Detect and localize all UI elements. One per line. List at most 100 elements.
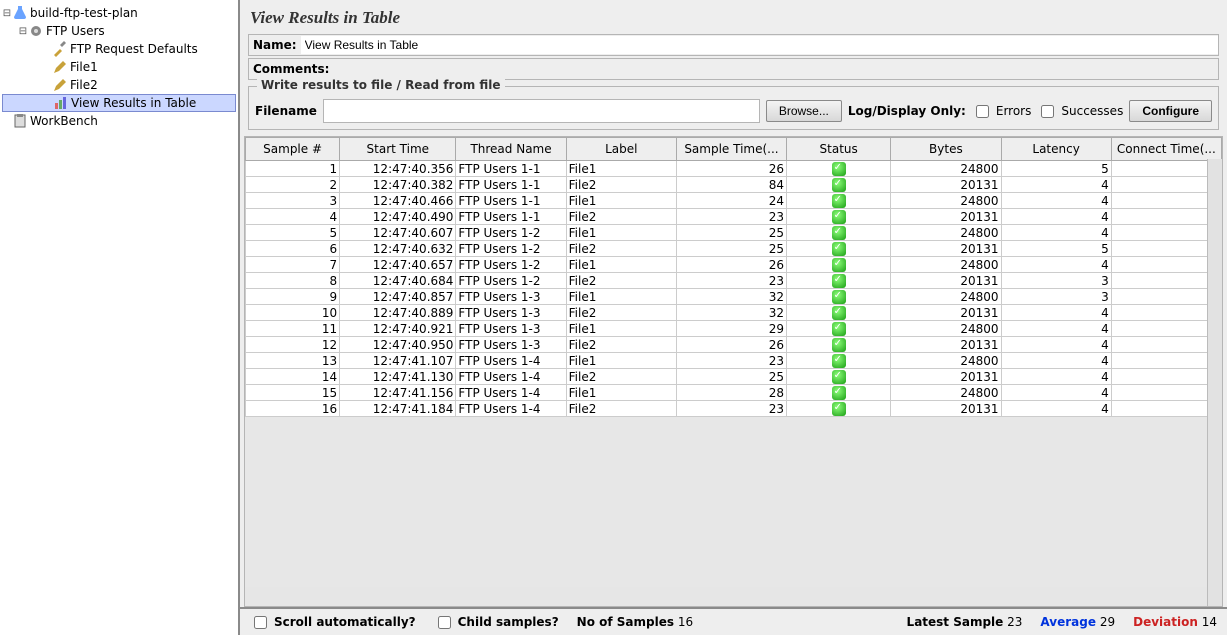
tree-item-label: View Results in Table bbox=[71, 96, 196, 110]
tree-item-ftp-request-defaults[interactable]: FTP Request Defaults bbox=[2, 40, 236, 58]
deviation: Deviation 14 bbox=[1133, 615, 1217, 629]
table-cell: FTP Users 1-2 bbox=[456, 241, 566, 257]
table-cell: 16 bbox=[246, 401, 340, 417]
table-cell: 20131 bbox=[891, 305, 1001, 321]
status-ok-icon bbox=[832, 354, 846, 368]
tree-item-label: FTP Request Defaults bbox=[70, 42, 198, 56]
table-row[interactable]: 1412:47:41.130FTP Users 1-4File225201314… bbox=[246, 369, 1222, 385]
table-row[interactable]: 912:47:40.857FTP Users 1-3File1322480030 bbox=[246, 289, 1222, 305]
table-cell: 24800 bbox=[891, 225, 1001, 241]
configure-button[interactable]: Configure bbox=[1129, 100, 1212, 122]
tree-toggle-icon[interactable]: ⊟ bbox=[18, 26, 28, 37]
table-row[interactable]: 812:47:40.684FTP Users 1-2File2232013130 bbox=[246, 273, 1222, 289]
results-table[interactable]: Sample #Start TimeThread NameLabelSample… bbox=[245, 137, 1222, 417]
table-cell: File2 bbox=[566, 305, 676, 321]
table-row[interactable]: 1312:47:41.107FTP Users 1-4File123248004… bbox=[246, 353, 1222, 369]
column-header[interactable]: Connect Time(... bbox=[1111, 138, 1221, 161]
column-header[interactable]: Start Time bbox=[340, 138, 456, 161]
vertical-scrollbar[interactable] bbox=[1207, 159, 1222, 606]
table-cell bbox=[787, 337, 891, 353]
table-row[interactable]: 1612:47:41.184FTP Users 1-4File223201314… bbox=[246, 401, 1222, 417]
table-cell: 0 bbox=[1111, 305, 1221, 321]
file-fieldset-legend: Write results to file / Read from file bbox=[257, 78, 505, 92]
table-cell: 12:47:40.607 bbox=[340, 225, 456, 241]
table-cell: File1 bbox=[566, 225, 676, 241]
table-row[interactable]: 612:47:40.632FTP Users 1-2File2252013150 bbox=[246, 241, 1222, 257]
table-cell: 7 bbox=[246, 257, 340, 273]
table-cell bbox=[787, 369, 891, 385]
table-cell: 0 bbox=[1111, 401, 1221, 417]
table-row[interactable]: 112:47:40.356FTP Users 1-1File1262480050 bbox=[246, 161, 1222, 177]
column-header[interactable]: Sample Time(... bbox=[676, 138, 786, 161]
column-header[interactable]: Label bbox=[566, 138, 676, 161]
table-cell: File1 bbox=[566, 353, 676, 369]
tree-toggle-icon[interactable]: ⊟ bbox=[2, 8, 12, 19]
table-cell bbox=[787, 225, 891, 241]
status-ok-icon bbox=[832, 370, 846, 384]
table-row[interactable]: 1212:47:40.950FTP Users 1-3File226201314… bbox=[246, 337, 1222, 353]
tree-item-file2[interactable]: File2 bbox=[2, 76, 236, 94]
table-cell: FTP Users 1-1 bbox=[456, 193, 566, 209]
table-cell: 25 bbox=[676, 225, 786, 241]
status-ok-icon bbox=[832, 162, 846, 176]
table-cell: 12:47:40.921 bbox=[340, 321, 456, 337]
browse-button[interactable]: Browse... bbox=[766, 100, 842, 122]
column-header[interactable]: Latency bbox=[1001, 138, 1111, 161]
table-cell: 0 bbox=[1111, 209, 1221, 225]
pencil-icon bbox=[52, 59, 68, 75]
tree-item-workbench[interactable]: WorkBench bbox=[2, 112, 236, 130]
errors-checkbox[interactable]: Errors bbox=[972, 102, 1032, 121]
name-label: Name: bbox=[249, 38, 301, 52]
table-cell: 12:47:40.466 bbox=[340, 193, 456, 209]
table-cell: 13 bbox=[246, 353, 340, 369]
tree-item-build-ftp-test-plan[interactable]: ⊟ build-ftp-test-plan bbox=[2, 4, 236, 22]
table-cell: 8 bbox=[246, 273, 340, 289]
tree-item-view-results-in-table[interactable]: View Results in Table bbox=[2, 94, 236, 112]
table-cell: 32 bbox=[676, 305, 786, 321]
tree-item-file1[interactable]: File1 bbox=[2, 58, 236, 76]
table-cell: 26 bbox=[676, 257, 786, 273]
table-cell: 12:47:41.107 bbox=[340, 353, 456, 369]
tree-item-label: build-ftp-test-plan bbox=[30, 6, 138, 20]
file-fieldset: Write results to file / Read from file F… bbox=[248, 86, 1219, 130]
name-input[interactable] bbox=[301, 36, 1218, 54]
table-cell: File2 bbox=[566, 241, 676, 257]
table-cell: FTP Users 1-1 bbox=[456, 209, 566, 225]
column-header[interactable]: Thread Name bbox=[456, 138, 566, 161]
table-cell bbox=[787, 161, 891, 177]
table-cell: 4 bbox=[1001, 369, 1111, 385]
column-header[interactable]: Bytes bbox=[891, 138, 1001, 161]
column-header[interactable]: Status bbox=[787, 138, 891, 161]
tree-item-ftp-users[interactable]: ⊟FTP Users bbox=[2, 22, 236, 40]
table-cell bbox=[787, 385, 891, 401]
filename-input[interactable] bbox=[323, 99, 760, 123]
table-cell: File1 bbox=[566, 257, 676, 273]
table-cell: 0 bbox=[1111, 257, 1221, 273]
table-row[interactable]: 312:47:40.466FTP Users 1-1File1242480040 bbox=[246, 193, 1222, 209]
successes-checkbox[interactable]: Successes bbox=[1037, 102, 1123, 121]
child-samples-checkbox[interactable]: Child samples? bbox=[434, 613, 559, 632]
table-row[interactable]: 512:47:40.607FTP Users 1-2File1252480040 bbox=[246, 225, 1222, 241]
table-row[interactable]: 212:47:40.382FTP Users 1-1File2842013140 bbox=[246, 177, 1222, 193]
table-row[interactable]: 412:47:40.490FTP Users 1-1File2232013140 bbox=[246, 209, 1222, 225]
table-cell: FTP Users 1-4 bbox=[456, 369, 566, 385]
table-cell: File2 bbox=[566, 369, 676, 385]
table-cell bbox=[787, 241, 891, 257]
table-cell: File2 bbox=[566, 209, 676, 225]
table-row[interactable]: 712:47:40.657FTP Users 1-2File1262480040 bbox=[246, 257, 1222, 273]
table-row[interactable]: 1512:47:41.156FTP Users 1-4File128248004… bbox=[246, 385, 1222, 401]
table-cell: 24 bbox=[676, 193, 786, 209]
comments-input[interactable] bbox=[333, 60, 1218, 78]
table-cell: FTP Users 1-1 bbox=[456, 161, 566, 177]
clipboard-icon bbox=[12, 113, 28, 129]
table-cell: 4 bbox=[1001, 385, 1111, 401]
table-row[interactable]: 1112:47:40.921FTP Users 1-3File129248004… bbox=[246, 321, 1222, 337]
table-cell bbox=[787, 177, 891, 193]
column-header[interactable]: Sample # bbox=[246, 138, 340, 161]
scroll-auto-checkbox[interactable]: Scroll automatically? bbox=[250, 613, 416, 632]
status-ok-icon bbox=[832, 338, 846, 352]
table-row[interactable]: 1012:47:40.889FTP Users 1-3File232201314… bbox=[246, 305, 1222, 321]
table-cell bbox=[787, 209, 891, 225]
table-cell: 12:47:41.184 bbox=[340, 401, 456, 417]
name-row: Name: bbox=[248, 34, 1219, 56]
